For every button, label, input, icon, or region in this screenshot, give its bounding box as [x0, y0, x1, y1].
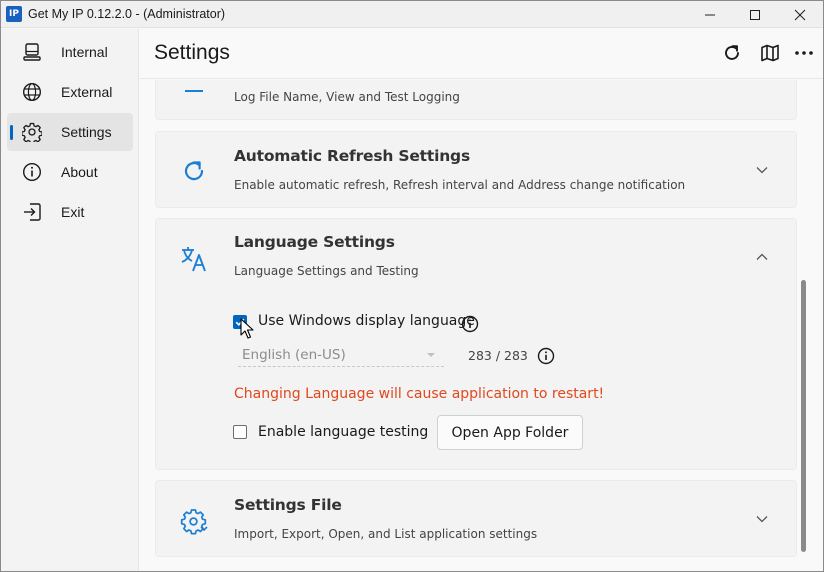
open-app-folder-button[interactable]: Open App Folder	[437, 415, 583, 450]
mouse-cursor-icon	[240, 318, 254, 339]
translation-count: 283 / 283	[468, 348, 528, 363]
info-icon[interactable]	[536, 346, 556, 366]
logging-icon	[185, 90, 203, 92]
title-bar[interactable]: IP Get My IP 0.12.2.0 - (Administrator)	[1, 1, 823, 28]
sidebar-item-exit[interactable]: Exit	[7, 193, 133, 231]
more-options-button[interactable]	[792, 41, 816, 65]
sidebar-item-label: Settings	[61, 124, 112, 140]
page-title: Settings	[154, 41, 230, 64]
app-window: IP Get My IP 0.12.2.0 - (Administrator) …	[0, 0, 824, 572]
language-select-value: English (en-US)	[242, 347, 346, 363]
info-icon[interactable]	[460, 314, 480, 334]
logging-settings-card[interactable]: Log File Name, View and Test Logging	[155, 80, 797, 120]
exit-icon	[24, 203, 41, 221]
globe-icon	[22, 82, 42, 102]
selection-indicator	[10, 125, 13, 140]
refresh-icon	[184, 161, 204, 181]
sidebar-item-label: Internal	[61, 44, 108, 60]
card-title: Language Settings	[234, 233, 395, 251]
card-description: Log File Name, View and Test Logging	[234, 90, 460, 104]
sidebar-item-label: Exit	[61, 204, 85, 220]
map-button[interactable]	[758, 41, 782, 65]
settings-file-icon	[180, 509, 208, 535]
chevron-down-icon	[756, 516, 768, 523]
sidebar-item-about[interactable]: About	[7, 153, 133, 191]
info-icon	[22, 162, 42, 182]
language-select[interactable]: English (en-US)	[238, 343, 444, 367]
sidebar-item-settings[interactable]: Settings	[7, 113, 133, 151]
use-windows-language-label[interactable]: Use Windows display language	[258, 313, 475, 329]
close-button[interactable]	[777, 1, 823, 28]
maximize-button[interactable]	[732, 1, 778, 28]
sidebar-item-label: External	[61, 84, 113, 100]
sidebar-item-label: About	[61, 164, 98, 180]
window-title: Get My IP 0.12.2.0 - (Administrator)	[28, 7, 226, 21]
card-description: Enable automatic refresh, Refresh interv…	[234, 178, 686, 192]
language-settings-card[interactable]: Language Settings Language Settings and …	[155, 218, 797, 470]
refresh-icon	[725, 45, 739, 60]
app-icon: IP	[6, 6, 22, 22]
maximize-icon	[750, 9, 760, 20]
card-description: Import, Export, Open, and List applicati…	[234, 527, 538, 541]
vertical-scrollbar[interactable]	[801, 280, 806, 552]
card-title: Settings File	[234, 496, 342, 514]
sidebar-item-internal[interactable]: Internal	[7, 33, 133, 71]
computer-icon	[23, 43, 41, 61]
more-icon	[795, 51, 813, 55]
sidebar-item-external[interactable]: External	[7, 73, 133, 111]
translate-icon	[181, 247, 206, 272]
collapse-button[interactable]	[750, 245, 774, 269]
dropdown-arrow-icon	[427, 353, 435, 357]
gear-icon	[22, 122, 42, 142]
enable-language-testing-label[interactable]: Enable language testing	[258, 424, 428, 440]
chevron-up-icon	[756, 253, 768, 260]
restart-warning: Changing Language will cause application…	[234, 386, 605, 402]
chevron-down-icon	[756, 167, 768, 174]
minimize-button[interactable]	[687, 1, 733, 28]
enable-language-testing-checkbox[interactable]	[233, 425, 247, 439]
settings-file-card[interactable]: Settings File Import, Export, Open, and …	[155, 480, 797, 557]
sidebar: Internal External Settings About Exit	[1, 29, 139, 571]
page-header: Settings	[140, 29, 823, 79]
refresh-button[interactable]	[720, 41, 744, 65]
card-description: Language Settings and Testing	[234, 264, 419, 278]
minimize-icon	[705, 14, 715, 15]
map-icon	[761, 44, 779, 62]
close-icon	[794, 9, 806, 20]
automatic-refresh-card[interactable]: Automatic Refresh Settings Enable automa…	[155, 131, 797, 208]
card-title: Automatic Refresh Settings	[234, 147, 470, 165]
expand-button[interactable]	[750, 507, 774, 531]
expand-button[interactable]	[750, 158, 774, 182]
